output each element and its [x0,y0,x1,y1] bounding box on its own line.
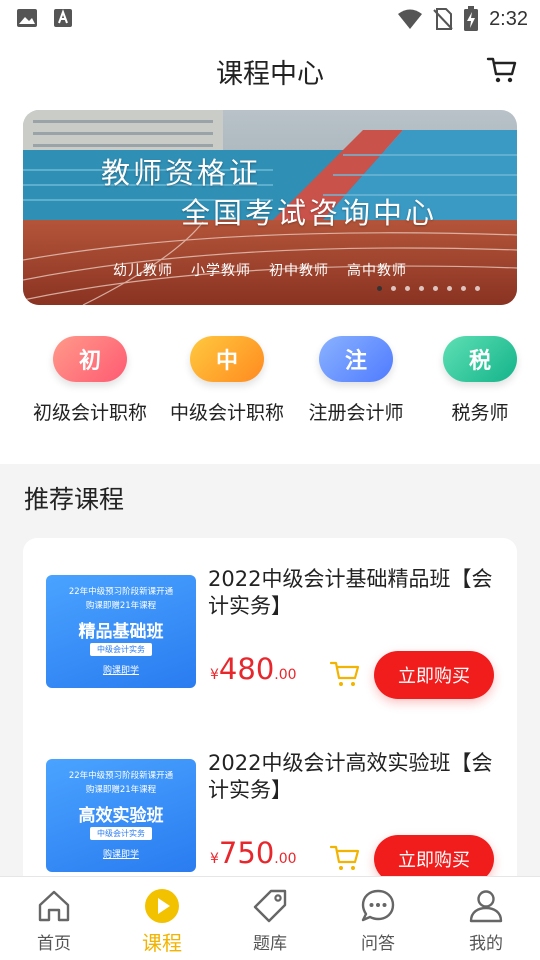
buy-now-button[interactable]: 立即购买 [374,651,494,699]
tab-label: 我的 [469,934,503,954]
carousel-dot[interactable] [447,286,452,291]
section-title: 推荐课程 [24,485,125,514]
course-item[interactable]: 22年中级预习阶段新课开通 购课即赠21年课程 精品基础班 中级会计实务 购课即… [23,567,517,724]
category-cpa[interactable]: 注 注册会计师 [286,336,426,425]
tab-label: 问答 [361,934,395,954]
status-bar: 2:32 [0,0,540,38]
category-intermediate-accounting[interactable]: 中 中级会计职称 [157,336,297,425]
thumb-link: 购课即学 [102,666,139,676]
top-section: 教师资格证 全国考试咨询中心 幼儿教师 小学教师 初中教师 高中教师 初 初级会… [0,106,540,464]
promo-banner[interactable]: 教师资格证 全国考试咨询中心 幼儿教师 小学教师 初中教师 高中教师 [23,110,517,305]
user-icon [469,890,503,923]
chat-icon [361,889,395,922]
page-title: 课程中心 [216,59,324,90]
category-label: 初级会计职称 [32,402,147,424]
category-tax-advisor[interactable]: 税 税务师 [410,336,540,425]
banner-tag: 幼儿教师 [113,263,173,279]
thumb-line: 购课即赠21年课程 [85,785,157,795]
course-thumbnail: 22年中级预习阶段新课开通 购课即赠21年课程 高效实验班 中级会计实务 购课即… [46,759,196,872]
banner-tag: 高中教师 [347,263,407,279]
banner-tag: 初中教师 [269,263,329,279]
home-icon [38,890,70,922]
carousel-dot[interactable] [461,286,466,291]
banner-tag: 小学教师 [191,263,251,279]
price-currency: ¥ [210,851,219,867]
add-to-cart-icon[interactable] [329,842,361,874]
bottom-tab-bar: 首页 课程 题库 问答 我的 [0,876,540,960]
cart-icon[interactable] [486,54,518,86]
carousel-dot[interactable] [377,286,382,291]
price-integer: 480 [218,652,275,686]
price-decimal: .00 [274,851,297,867]
font-icon [54,9,72,27]
course-name[interactable]: 2022中级会计基础精品班【会计实务】 [208,566,498,620]
carousel-dot[interactable] [419,286,424,291]
tab-label: 课程 [142,931,182,955]
thumb-text: 22年中级预习阶段新课开通 购课即赠21年课程 [46,769,196,797]
thumb-badge: 中级会计实务 [90,827,152,840]
thumb-text: 22年中级预习阶段新课开通 购课即赠21年课程 [46,585,196,613]
thumb-title: 高效实验班 [78,806,164,826]
price-currency: ¥ [210,667,219,683]
carousel-dot[interactable] [405,286,410,291]
carousel-indicator[interactable] [377,286,480,291]
category-badge: 初 [53,336,127,382]
price-decimal: .00 [274,667,297,683]
tab-courses[interactable]: 课程 [108,887,216,956]
banner-tags: 幼儿教师 小学教师 初中教师 高中教师 [113,260,407,280]
category-label: 中级会计职称 [169,402,284,424]
image-icon [17,9,37,27]
tab-label: 题库 [253,934,287,954]
banner-subheadline: 全国考试咨询中心 [181,196,438,230]
course-thumbnail: 22年中级预习阶段新课开通 购课即赠21年课程 精品基础班 中级会计实务 购课即… [46,575,196,688]
tag-icon [253,889,287,923]
category-junior-accounting[interactable]: 初 初级会计职称 [20,336,160,425]
tab-label: 首页 [37,934,71,954]
category-grid: 初 初级会计职称 中 中级会计职称 注 注册会计师 税 税务师 [0,336,540,446]
battery-charging-icon [464,6,479,31]
category-badge: 注 [319,336,393,382]
tab-question-bank[interactable]: 题库 [216,887,324,954]
clock: 2:32 [489,7,528,30]
app-header: 课程中心 [0,38,540,106]
course-price: ¥480.00 [210,652,297,686]
tab-home[interactable]: 首页 [0,887,108,954]
carousel-dot[interactable] [475,286,480,291]
category-label: 税务师 [451,402,509,424]
play-icon [145,889,179,923]
banner-headline: 教师资格证 [101,156,262,190]
add-to-cart-icon[interactable] [329,658,361,690]
category-badge: 中 [190,336,264,382]
course-list: 22年中级预习阶段新课开通 购课即赠21年课程 精品基础班 中级会计实务 购课即… [23,538,517,898]
course-price: ¥750.00 [210,836,297,870]
course-name[interactable]: 2022中级会计高效实验班【会计实务】 [208,750,498,804]
thumb-line: 22年中级预习阶段新课开通 [68,771,174,781]
carousel-dot[interactable] [433,286,438,291]
category-label: 注册会计师 [308,402,404,424]
thumb-badge: 中级会计实务 [90,643,152,656]
thumb-line: 购课即赠21年课程 [85,601,157,611]
carousel-dot[interactable] [391,286,396,291]
thumb-line: 22年中级预习阶段新课开通 [68,587,174,597]
price-integer: 750 [218,836,275,870]
tab-qa[interactable]: 问答 [324,887,432,954]
no-sim-icon [433,8,453,30]
tab-profile[interactable]: 我的 [432,887,540,954]
wifi-icon [398,9,423,29]
thumb-link: 购课即学 [102,850,139,860]
category-badge: 税 [443,336,517,382]
thumb-title: 精品基础班 [78,622,164,642]
